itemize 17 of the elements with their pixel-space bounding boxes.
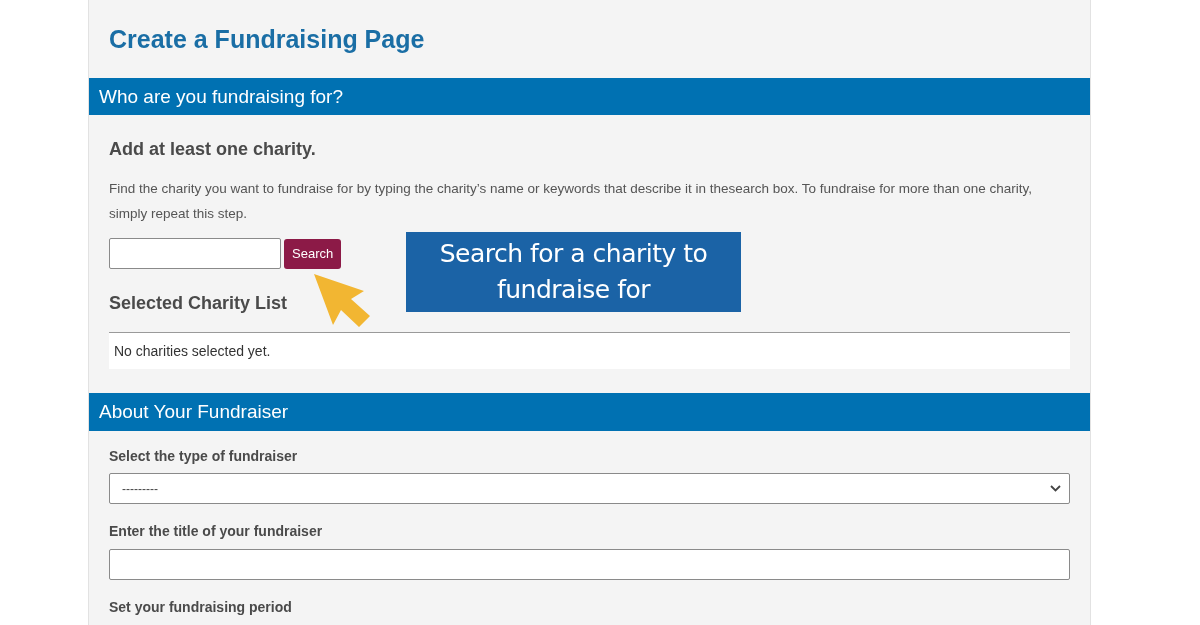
- chevron-down-icon: [1050, 485, 1061, 492]
- section-header: Who are you fundraising for?: [89, 78, 1090, 115]
- charity-search-field[interactable]: [109, 238, 281, 269]
- fundraiser-type-select[interactable]: ---------: [109, 473, 1070, 504]
- field-label: Enter the title of your fundraiser: [109, 522, 323, 540]
- field-label: Set your fundraising period: [109, 598, 292, 616]
- section-header: About Your Fundraiser: [89, 393, 1090, 431]
- section-subheading: Add at least one charity.: [109, 138, 316, 161]
- field-label: Select the type of fundraiser: [109, 447, 298, 465]
- empty-list-message: No charities selected yet.: [114, 341, 271, 361]
- search-button[interactable]: Search: [284, 238, 342, 269]
- cursor-arrow-icon: [313, 273, 371, 328]
- callout-box: Search for a charity to fundraise for: [406, 232, 741, 312]
- fundraiser-title-field[interactable]: [109, 549, 1070, 580]
- instructions-text: Find the charity you want to fundraise for by typing the charity’s name or keywords that describe it in thesearch box. To fundraise for more than one charity, simply repeat this step.: [109, 180, 1033, 223]
- page-title: Create a Fundraising Page: [109, 24, 425, 54]
- list-heading: Selected Charity List: [109, 292, 288, 315]
